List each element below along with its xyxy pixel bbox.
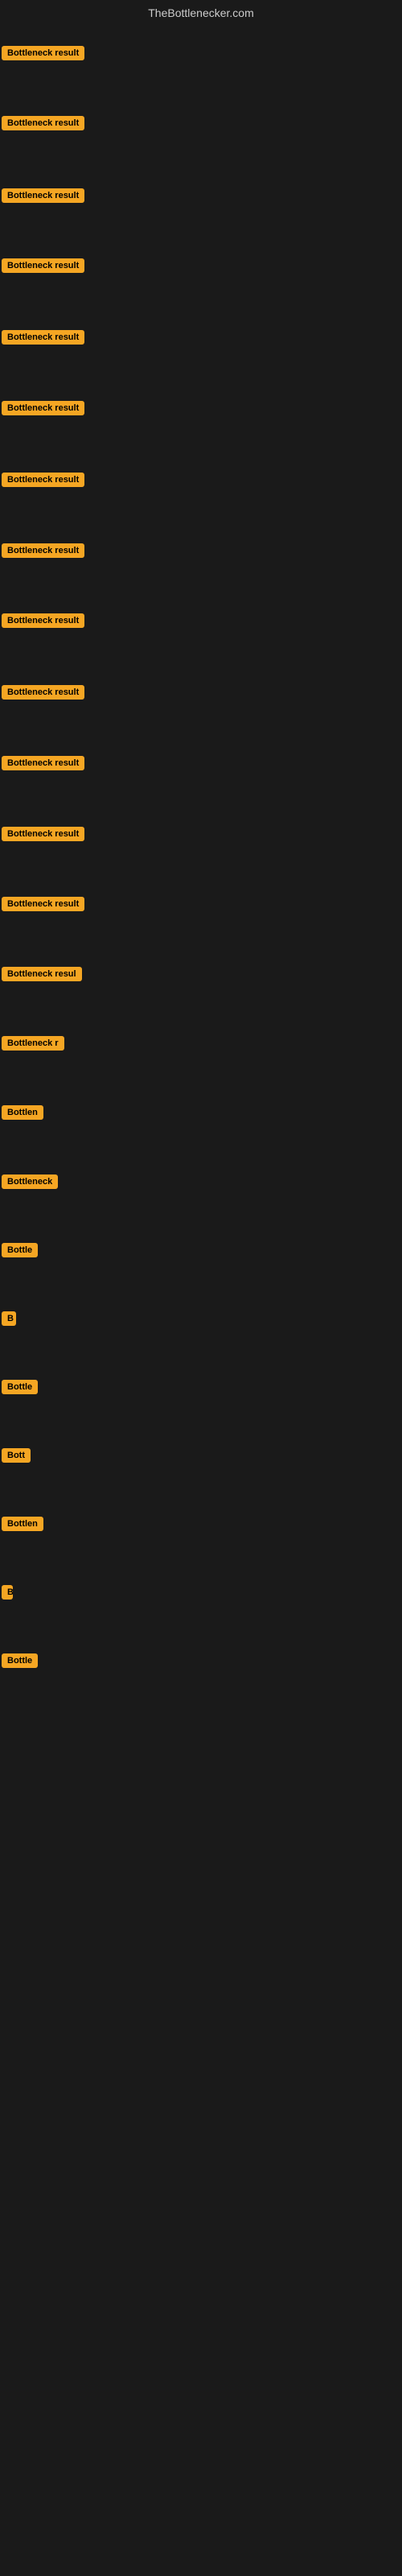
- bottleneck-badge-3[interactable]: Bottleneck result: [2, 258, 84, 273]
- bottleneck-badge-16[interactable]: Bottleneck: [2, 1174, 58, 1189]
- bottleneck-badge-7[interactable]: Bottleneck result: [2, 543, 84, 558]
- badge-row-16: Bottleneck: [2, 1174, 58, 1193]
- bottleneck-badge-21[interactable]: Bottlen: [2, 1517, 43, 1531]
- bottleneck-badge-2[interactable]: Bottleneck result: [2, 188, 84, 203]
- bottleneck-badge-20[interactable]: Bott: [2, 1448, 31, 1463]
- bottleneck-badge-4[interactable]: Bottleneck result: [2, 330, 84, 345]
- badge-row-4: Bottleneck result: [2, 330, 84, 349]
- bottleneck-badge-17[interactable]: Bottle: [2, 1243, 38, 1257]
- bottleneck-badge-18[interactable]: B: [2, 1311, 16, 1326]
- site-title: TheBottlenecker.com: [0, 0, 402, 23]
- bottleneck-badge-6[interactable]: Bottleneck result: [2, 473, 84, 487]
- badge-row-18: B: [2, 1311, 16, 1330]
- bottleneck-badge-23[interactable]: Bottle: [2, 1653, 38, 1668]
- badge-row-20: Bott: [2, 1448, 31, 1467]
- bottleneck-badge-8[interactable]: Bottleneck result: [2, 613, 84, 628]
- bottleneck-badge-10[interactable]: Bottleneck result: [2, 756, 84, 770]
- badge-row-15: Bottlen: [2, 1105, 43, 1124]
- bottleneck-badge-22[interactable]: B: [2, 1585, 13, 1600]
- badge-row-9: Bottleneck result: [2, 685, 84, 704]
- badge-row-2: Bottleneck result: [2, 188, 84, 207]
- bottleneck-badge-0[interactable]: Bottleneck result: [2, 46, 84, 60]
- bottleneck-badge-13[interactable]: Bottleneck resul: [2, 967, 82, 981]
- page-container: TheBottlenecker.com Bottleneck result Bot…: [0, 0, 402, 2576]
- badge-row-1: Bottleneck result: [2, 116, 84, 134]
- bottleneck-badge-1[interactable]: Bottleneck result: [2, 116, 84, 130]
- bottleneck-badge-5[interactable]: Bottleneck result: [2, 401, 84, 415]
- badge-row-6: Bottleneck result: [2, 473, 84, 491]
- badge-row-3: Bottleneck result: [2, 258, 84, 277]
- badge-row-10: Bottleneck result: [2, 756, 84, 774]
- badge-row-21: Bottlen: [2, 1517, 43, 1535]
- badge-row-11: Bottleneck result: [2, 827, 84, 845]
- bottleneck-badge-14[interactable]: Bottleneck r: [2, 1036, 64, 1051]
- badge-row-14: Bottleneck r: [2, 1036, 64, 1055]
- badge-row-5: Bottleneck result: [2, 401, 84, 419]
- bottleneck-badge-19[interactable]: Bottle: [2, 1380, 38, 1394]
- badge-row-7: Bottleneck result: [2, 543, 84, 562]
- bottleneck-badge-11[interactable]: Bottleneck result: [2, 827, 84, 841]
- bottleneck-badge-12[interactable]: Bottleneck result: [2, 897, 84, 911]
- badge-row-23: Bottle: [2, 1653, 38, 1672]
- bottleneck-badge-9[interactable]: Bottleneck result: [2, 685, 84, 700]
- badge-row-13: Bottleneck resul: [2, 967, 82, 985]
- badge-row-12: Bottleneck result: [2, 897, 84, 915]
- badge-row-0: Bottleneck result: [2, 46, 84, 64]
- badge-row-17: Bottle: [2, 1243, 38, 1261]
- badge-row-19: Bottle: [2, 1380, 38, 1398]
- bottleneck-badge-15[interactable]: Bottlen: [2, 1105, 43, 1120]
- badge-row-8: Bottleneck result: [2, 613, 84, 632]
- badge-row-22: B: [2, 1585, 13, 1604]
